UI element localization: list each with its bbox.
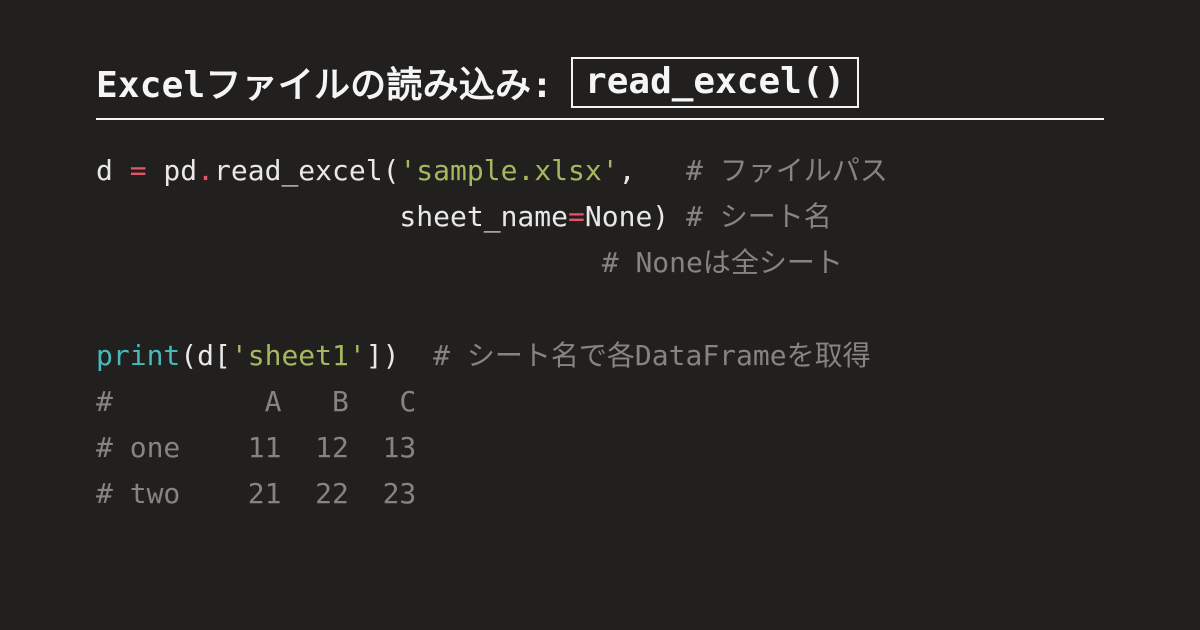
code-line-8: # two 21 22 23 xyxy=(96,477,416,510)
title-text: Excelファイルの読み込み: xyxy=(96,56,553,108)
code-line-7: # one 11 12 13 xyxy=(96,431,416,464)
code-line-3: # Noneは全シート xyxy=(96,246,843,279)
slide-container: Excelファイルの読み込み: read_excel() d = pd.read… xyxy=(0,0,1200,518)
code-line-2: sheet_name=None) # シート名 xyxy=(96,200,832,233)
code-line-1: d = pd.read_excel('sample.xlsx', # ファイルパ… xyxy=(96,154,888,187)
code-line-5: print(d['sheet1']) # シート名で各DataFrameを取得 xyxy=(96,339,871,372)
slide-title: Excelファイルの読み込み: read_excel() xyxy=(96,56,1104,120)
code-block: d = pd.read_excel('sample.xlsx', # ファイルパ… xyxy=(96,148,1104,518)
code-line-6: # A B C xyxy=(96,385,416,418)
title-code-badge: read_excel() xyxy=(571,57,859,108)
